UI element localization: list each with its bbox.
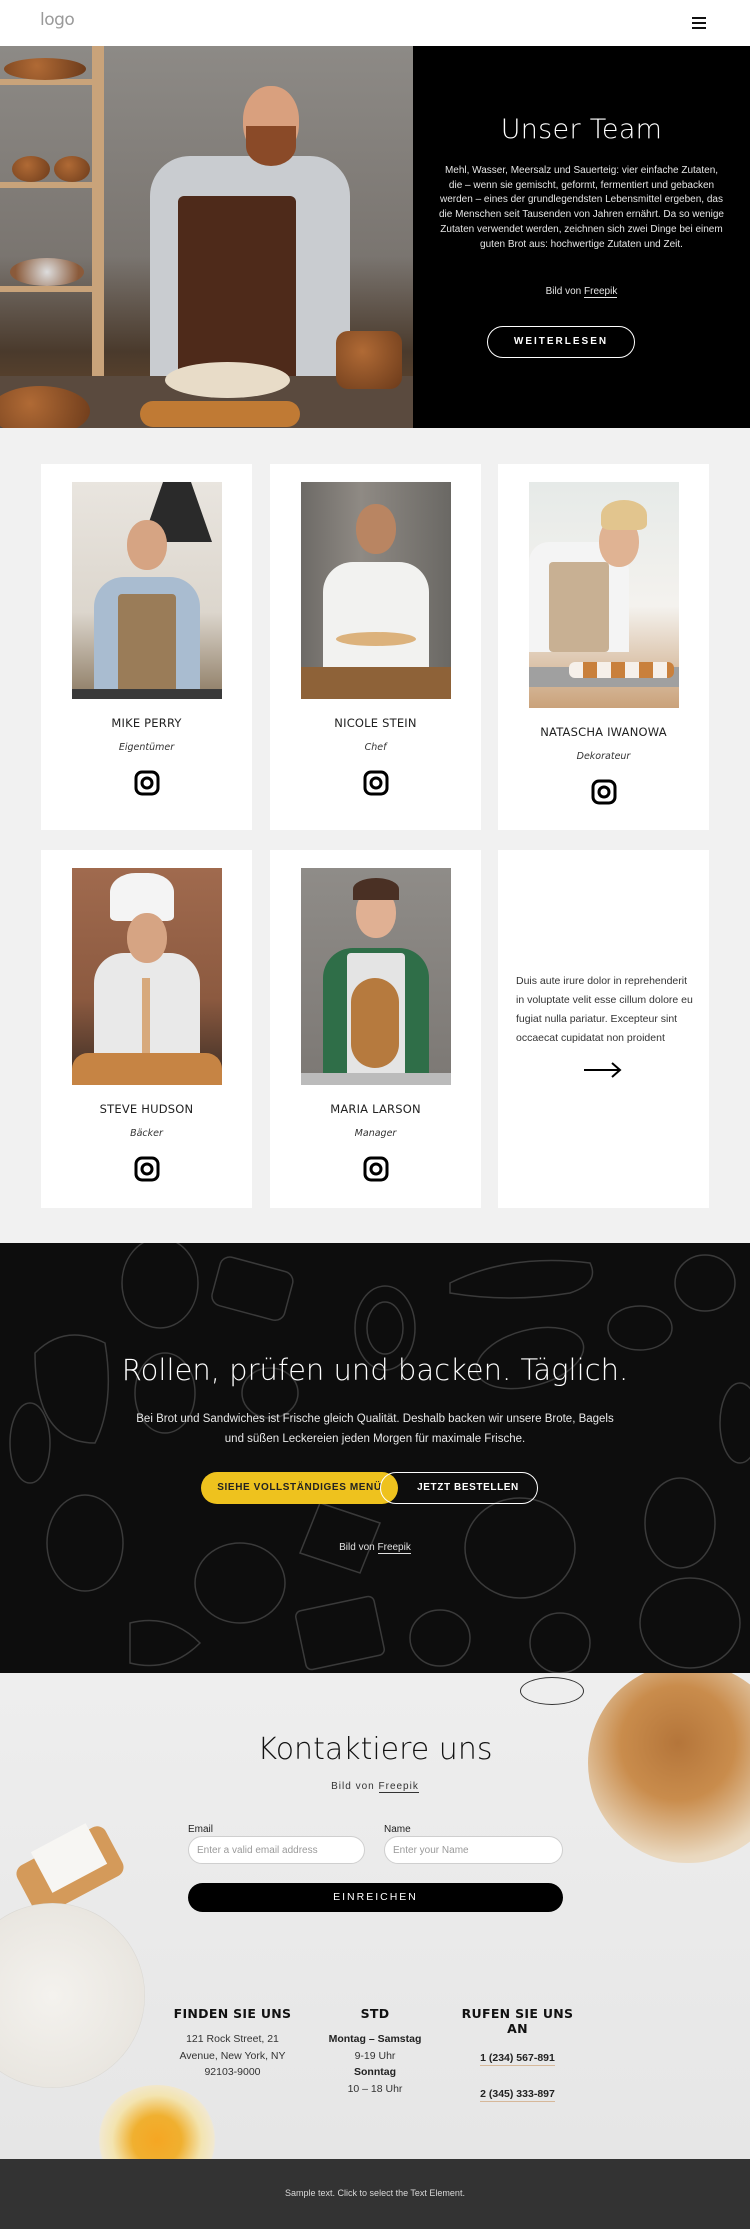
hero-body: Mehl, Wasser, Meersalz und Sauerteig: vi…: [439, 165, 724, 250]
baker-beard: [246, 126, 296, 166]
team-member-photo: [72, 482, 222, 699]
hamburger-menu-icon[interactable]: [692, 15, 708, 29]
contact-section: Kontaktiere uns Bild von Freepik Email N…: [0, 1673, 750, 2159]
banner-title: Rollen, prüfen und backen. Täglich.: [121, 1353, 629, 1387]
flour-bowl-decoration: [0, 1903, 145, 2088]
freepik-link[interactable]: Freepik: [378, 1781, 419, 1793]
phone-link[interactable]: 1 (234) 567-891: [480, 2051, 555, 2066]
member-role: Dekorateur: [576, 751, 631, 762]
hero-section: Unser Team Mehl, Wasser, Meersalz und Sa…: [0, 46, 750, 428]
member-role: Manager: [354, 1128, 397, 1139]
hours-day: Sonntag: [354, 2066, 396, 2078]
email-field[interactable]: [188, 1836, 365, 1864]
address-line: 92103-9000: [204, 2066, 261, 2078]
call-us-column: RUFEN SIE UNS AN 1 (234) 567-891 2 (345)…: [445, 2006, 590, 2102]
find-us-heading: FINDEN SIE UNS: [173, 2006, 292, 2021]
hero-baker-image: [0, 46, 413, 428]
team-card: MIKE PERRY Eigentümer: [41, 464, 252, 830]
freepik-link[interactable]: Freepik: [377, 1542, 411, 1554]
find-us-column: FINDEN SIE UNS 121 Rock Street, 21 Avenu…: [160, 2006, 305, 2081]
hours-day: Montag – Samstag: [328, 2033, 422, 2045]
name-field[interactable]: [384, 1836, 563, 1864]
hours-time: 9-19 Uhr: [354, 2049, 396, 2062]
name-label: Name: [384, 1824, 411, 1835]
credit-prefix: Bild von: [339, 1542, 375, 1553]
submit-button[interactable]: EINREICHEN: [188, 1883, 563, 1912]
bake-banner-section: Rollen, prüfen und backen. Täglich. Bei …: [0, 1243, 750, 1673]
read-more-button[interactable]: WEITERLESEN: [487, 326, 635, 358]
team-card: STEVE HUDSON Bäcker: [41, 850, 252, 1208]
hours-column: STD Montag – Samstag 9-19 Uhr Sonntag 10…: [315, 2006, 435, 2097]
hero-title: Unser Team: [500, 114, 663, 145]
member-name: NICOLE STEIN: [334, 716, 417, 730]
logo[interactable]: logo: [40, 10, 75, 30]
site-header: logo: [0, 0, 750, 46]
croissant-doodle: [520, 1677, 584, 1705]
address-line: Avenue, New York, NY: [179, 2049, 286, 2062]
pastry-doodle-background: [9, 1243, 750, 1673]
baker-apron: [178, 196, 296, 386]
member-name: MARIA LARSON: [330, 1102, 421, 1116]
member-role: Eigentümer: [118, 742, 175, 753]
phone-link[interactable]: 2 (345) 333-897: [480, 2087, 555, 2102]
team-member-photo: [301, 868, 451, 1085]
instagram-icon[interactable]: [362, 1155, 390, 1183]
instagram-icon[interactable]: [590, 778, 618, 806]
member-name: STEVE HUDSON: [99, 1102, 194, 1116]
bread-loaf: [165, 362, 290, 398]
shelf-post: [92, 46, 104, 376]
bread-loaf: [12, 156, 50, 182]
team-card: NICOLE STEIN Chef: [270, 464, 481, 830]
bread-decoration: [588, 1673, 750, 1863]
image-credit: Bild von Freepik: [413, 286, 750, 298]
team-section: MIKE PERRY Eigentümer NICOLE STEIN Chef: [0, 428, 750, 1243]
email-label: Email: [188, 1824, 214, 1835]
instagram-icon[interactable]: [362, 769, 390, 797]
team-member-photo: [301, 482, 451, 699]
footer-text[interactable]: Sample text. Click to select the Text El…: [0, 2188, 750, 2198]
hero-text-panel: Unser Team Mehl, Wasser, Meersalz und Sa…: [413, 46, 750, 428]
freepik-link[interactable]: Freepik: [584, 286, 618, 298]
banner-body: Bei Brot und Sandwiches ist Frische glei…: [136, 1413, 614, 1445]
call-us-heading: RUFEN SIE UNS: [461, 2006, 574, 2021]
bread-loaf: [10, 258, 84, 286]
call-us-heading: AN: [507, 2021, 528, 2036]
member-role: Bäcker: [130, 1128, 163, 1139]
image-credit: Bild von Freepik: [0, 1781, 750, 1793]
arrow-right-icon[interactable]: [583, 1060, 623, 1080]
member-role: Chef: [364, 742, 387, 753]
address-line: 121 Rock Street, 21: [186, 2033, 279, 2045]
hours-heading: STD: [360, 2006, 390, 2021]
site-footer: Sample text. Click to select the Text El…: [0, 2159, 750, 2229]
team-member-photo: [529, 482, 679, 708]
egg-yolk-decoration: [97, 2085, 217, 2159]
hours-time: 10 – 18 Uhr: [347, 2082, 403, 2095]
shelf-board: [0, 182, 100, 188]
bagel-stack: [336, 331, 402, 389]
order-now-button[interactable]: JETZT BESTELLEN: [380, 1472, 538, 1504]
hamburger-line: [692, 17, 706, 19]
bread-loaf: [4, 58, 86, 80]
team-card: NATASCHA IWANOWA Dekorateur: [498, 464, 709, 830]
member-name: MIKE PERRY: [111, 716, 182, 730]
full-menu-button[interactable]: SIEHE VOLLSTÄNDIGES MENÜ: [201, 1472, 398, 1504]
instagram-icon[interactable]: [133, 769, 161, 797]
contact-title: Kontaktiere uns: [257, 1732, 493, 1767]
hamburger-line: [692, 22, 706, 24]
team-more-text: Duis aute irure dolor in reprehenderit i…: [516, 975, 693, 1044]
credit-prefix: Bild von: [545, 286, 582, 297]
team-card: MARIA LARSON Manager: [270, 850, 481, 1208]
image-credit: Bild von Freepik: [0, 1542, 750, 1554]
bread-loaf: [54, 156, 90, 182]
team-more-card: Duis aute irure dolor in reprehenderit i…: [498, 850, 709, 1208]
member-name: NATASCHA IWANOWA: [540, 725, 667, 739]
credit-prefix: Bild von: [331, 1781, 375, 1792]
shelf-board: [0, 286, 100, 292]
instagram-icon[interactable]: [133, 1155, 161, 1183]
team-member-photo: [72, 868, 222, 1085]
croissants: [140, 401, 300, 427]
hamburger-line: [692, 27, 706, 29]
